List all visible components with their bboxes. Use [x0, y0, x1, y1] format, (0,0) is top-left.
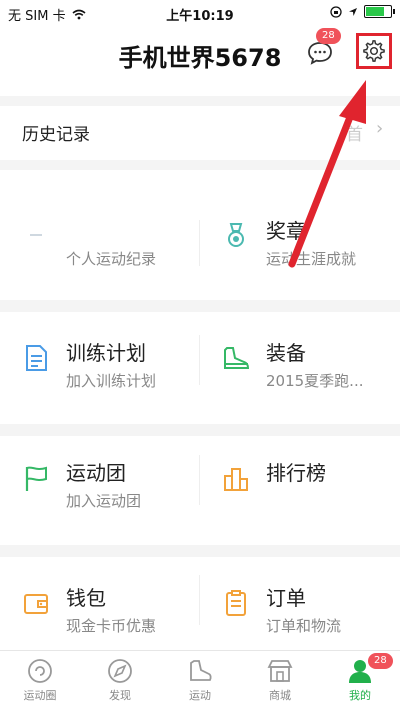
grid-item-title: 订单: [266, 586, 306, 610]
chevron-right-icon: ›: [376, 118, 384, 139]
grid-item-leaderboard[interactable]: 排行榜: [200, 440, 400, 540]
grid-item-subtitle: 2015夏季跑...: [266, 372, 364, 390]
history-label: 历史记录: [22, 125, 90, 145]
history-row[interactable]: 历史记录 首 ›: [0, 108, 400, 154]
tab-activity-circle[interactable]: 运动圈: [0, 655, 80, 709]
grid-item-title: 训练计划: [66, 341, 146, 365]
flag-icon: [25, 466, 47, 491]
shop-icon: [267, 660, 293, 682]
grid-item-subtitle: 加入训练计划: [66, 372, 157, 390]
section-divider: [0, 160, 400, 170]
clipboard-icon: [226, 590, 246, 616]
podium-icon: [224, 468, 248, 491]
tab-label: 商城: [269, 689, 291, 702]
grid-item-title: 奖章: [266, 219, 306, 243]
grid-item-title: 装备: [266, 341, 306, 365]
record-icon: [22, 222, 50, 250]
grid-item-training-plan[interactable]: 训练计划 加入训练计划: [0, 320, 200, 420]
message-badge: 28: [316, 28, 341, 44]
tab-label: 运动: [189, 689, 211, 702]
compass-icon: [108, 659, 132, 683]
lock-rotation-icon: [330, 5, 342, 18]
tab-sport[interactable]: 运动: [160, 655, 240, 709]
grid-item-subtitle: 运动生涯成就: [266, 250, 357, 268]
tab-shop[interactable]: 商城: [240, 655, 320, 709]
grid-item-title: 运动团: [66, 461, 126, 485]
status-bar: 无 SIM 卡 上午10:19: [0, 0, 400, 26]
battery-icon: [364, 5, 395, 18]
grid-item-sports-team[interactable]: 运动团 加入运动团: [0, 440, 200, 540]
wallet-icon: [24, 594, 48, 614]
history-hint: 首: [346, 125, 363, 145]
shoe-icon: [224, 347, 250, 369]
section-divider: [0, 545, 400, 557]
grid-item-subtitle: 现金卡币优惠: [66, 617, 157, 635]
section-divider: [0, 424, 400, 436]
grid-item-subtitle: 订单和物流: [266, 617, 342, 635]
section-divider: [0, 300, 400, 312]
page-title: 手机世界5678: [118, 44, 282, 72]
tab-label: 我的: [349, 689, 371, 702]
grid-item-subtitle: 加入运动团: [66, 492, 142, 510]
grid-item-title: 排行榜: [266, 461, 326, 485]
tab-badge: 28: [368, 653, 393, 669]
tab-label: 发现: [109, 689, 131, 702]
grid-item-records[interactable]: 个人运动纪录: [0, 198, 200, 298]
location-icon: [349, 7, 357, 16]
tab-bar: 运动圈 发现 运动 商城 我的: [0, 650, 400, 711]
medal-icon: [228, 223, 244, 247]
gear-icon: [363, 40, 385, 62]
grid-item-subtitle: 个人运动纪录: [66, 250, 157, 268]
grid-item-medals[interactable]: 奖章 运动生涯成就: [200, 198, 400, 298]
settings-button[interactable]: [356, 33, 392, 69]
tab-label: 运动圈: [23, 689, 57, 702]
tab-discover[interactable]: 发现: [80, 655, 160, 709]
circle-icon: [28, 659, 52, 683]
document-icon: [26, 345, 47, 371]
grid-item-title: 钱包: [66, 586, 106, 610]
section-divider: [0, 96, 400, 106]
run-icon: [190, 660, 212, 681]
grid-item-equipment[interactable]: 装备 2015夏季跑...: [200, 320, 400, 420]
